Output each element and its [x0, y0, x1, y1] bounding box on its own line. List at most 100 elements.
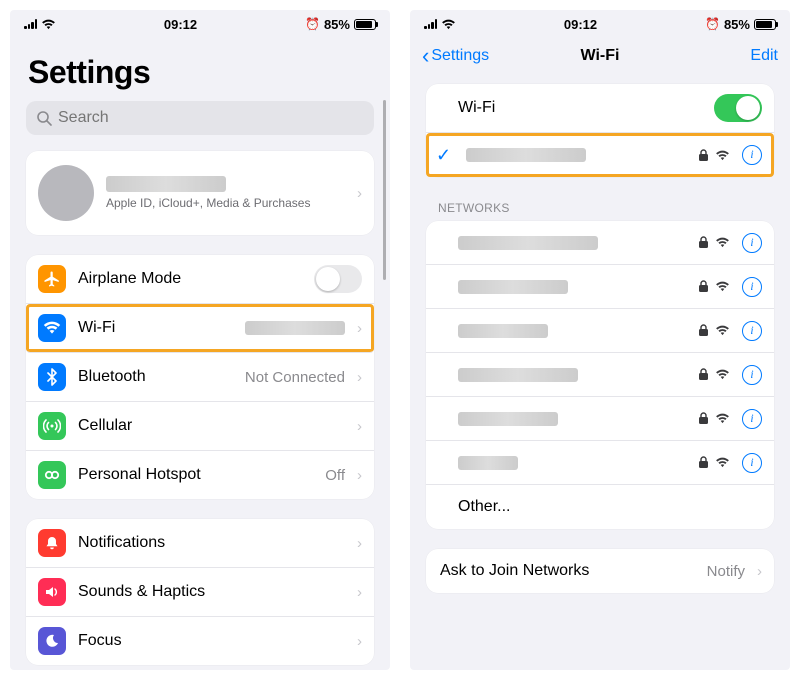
row-label: Focus — [78, 632, 345, 650]
wifi-signal-icon — [715, 281, 730, 292]
cellular-signal-icon — [424, 19, 437, 29]
info-icon[interactable]: i — [742, 409, 762, 429]
status-time: 09:12 — [564, 17, 597, 32]
row-sounds-haptics[interactable]: Sounds & Haptics › — [26, 568, 374, 617]
info-icon[interactable]: i — [742, 233, 762, 253]
battery-percentage: 85% — [324, 17, 350, 32]
connected-network-row[interactable]: ✓ i — [426, 133, 774, 177]
info-icon[interactable]: i — [742, 277, 762, 297]
ask-join-value: Notify — [707, 563, 745, 580]
chevron-right-icon: › — [357, 633, 362, 650]
row-label: Wi-Fi — [78, 319, 233, 337]
row-label: Personal Hotspot — [78, 466, 313, 484]
chevron-right-icon: › — [357, 418, 362, 435]
lock-icon — [698, 368, 709, 381]
focus-icon — [38, 627, 66, 655]
ask-join-card[interactable]: Ask to Join Networks Notify › — [426, 549, 774, 593]
avatar — [38, 165, 94, 221]
chevron-right-icon: › — [357, 320, 362, 337]
search-field[interactable] — [58, 109, 364, 127]
apple-id-subtitle: Apple ID, iCloud+, Media & Purchases — [106, 196, 345, 210]
network-name-redacted — [458, 324, 548, 338]
back-button[interactable]: ‹ Settings — [422, 47, 489, 65]
airplane-toggle[interactable] — [314, 265, 362, 293]
row-label: Airplane Mode — [78, 270, 302, 288]
networks-header: NETWORKS — [426, 197, 774, 221]
network-name-redacted — [458, 236, 598, 250]
lock-icon — [698, 412, 709, 425]
chevron-right-icon: › — [357, 467, 362, 484]
network-name-redacted — [458, 456, 518, 470]
alarm-icon: ⏰ — [705, 17, 720, 31]
network-name-redacted — [458, 280, 568, 294]
wifi-signal-icon — [715, 413, 730, 424]
wifi-toggle-row: Wi-Fi — [426, 84, 774, 133]
wifi-toggle[interactable] — [714, 94, 762, 122]
info-icon[interactable]: i — [742, 321, 762, 341]
row-wifi[interactable]: Wi-Fi › — [26, 304, 374, 353]
network-row[interactable]: i — [426, 309, 774, 353]
wifi-status-icon — [441, 19, 456, 30]
row-airplane-mode[interactable]: Airplane Mode — [26, 255, 374, 304]
chevron-right-icon: › — [757, 563, 762, 580]
row-value: Off — [325, 467, 345, 484]
wifi-signal-icon — [715, 237, 730, 248]
edit-button[interactable]: Edit — [750, 47, 778, 65]
status-bar: 09:12 ⏰ 85% — [10, 10, 390, 36]
connected-network-name-redacted — [466, 148, 586, 162]
lock-icon — [698, 236, 709, 249]
row-cellular[interactable]: Cellular › — [26, 402, 374, 451]
info-icon[interactable]: i — [742, 453, 762, 473]
chevron-right-icon: › — [357, 584, 362, 601]
row-label: Bluetooth — [78, 368, 233, 386]
lock-icon — [698, 456, 709, 469]
battery-icon — [754, 19, 776, 30]
settings-screen: 09:12 ⏰ 85% Settings Apple ID, iCloud+, … — [10, 10, 390, 670]
airplane-icon — [38, 265, 66, 293]
scrollbar[interactable] — [383, 100, 386, 280]
other-label: Other... — [458, 498, 762, 516]
network-row[interactable]: i — [426, 441, 774, 485]
networks-list: i i i i i i Other... — [426, 221, 774, 529]
search-input[interactable] — [26, 101, 374, 135]
cellular-icon — [38, 412, 66, 440]
chevron-right-icon: › — [357, 185, 362, 202]
apple-id-card[interactable]: Apple ID, iCloud+, Media & Purchases › — [26, 151, 374, 235]
sounds-icon — [38, 578, 66, 606]
back-label: Settings — [431, 47, 489, 65]
row-label: Sounds & Haptics — [78, 583, 345, 601]
hotspot-icon — [38, 461, 66, 489]
row-focus[interactable]: Focus › — [26, 617, 374, 665]
navbar: ‹ Settings Wi-Fi Edit — [410, 36, 790, 78]
settings-group-connectivity: Airplane Mode Wi-Fi › Bluetooth Not Conn… — [26, 255, 374, 499]
network-row[interactable]: i — [426, 397, 774, 441]
apple-id-name-redacted — [106, 176, 226, 192]
wifi-status-icon — [41, 19, 56, 30]
info-icon[interactable]: i — [742, 365, 762, 385]
row-personal-hotspot[interactable]: Personal Hotspot Off › — [26, 451, 374, 499]
info-icon[interactable]: i — [742, 145, 762, 165]
lock-icon — [698, 324, 709, 337]
status-bar: 09:12 ⏰ 85% — [410, 10, 790, 36]
network-row[interactable]: i — [426, 353, 774, 397]
wifi-screen: 09:12 ⏰ 85% ‹ Settings Wi-Fi Edit Wi-Fi … — [410, 10, 790, 670]
battery-icon — [354, 19, 376, 30]
row-notifications[interactable]: Notifications › — [26, 519, 374, 568]
wifi-toggle-label: Wi-Fi — [458, 99, 702, 117]
alarm-icon: ⏰ — [305, 17, 320, 31]
ask-join-label: Ask to Join Networks — [440, 562, 695, 580]
checkmark-icon: ✓ — [436, 145, 454, 166]
wifi-icon — [38, 314, 66, 342]
row-bluetooth[interactable]: Bluetooth Not Connected › — [26, 353, 374, 402]
bluetooth-icon — [38, 363, 66, 391]
wifi-signal-icon — [715, 325, 730, 336]
network-row[interactable]: i — [426, 221, 774, 265]
search-icon — [36, 110, 52, 126]
wifi-signal-icon — [715, 150, 730, 161]
settings-group-notifications: Notifications › Sounds & Haptics › Focus… — [26, 519, 374, 665]
network-name-redacted — [458, 412, 558, 426]
notifications-icon — [38, 529, 66, 557]
chevron-right-icon: › — [357, 535, 362, 552]
network-row[interactable]: i — [426, 265, 774, 309]
other-network-row[interactable]: Other... — [426, 485, 774, 529]
